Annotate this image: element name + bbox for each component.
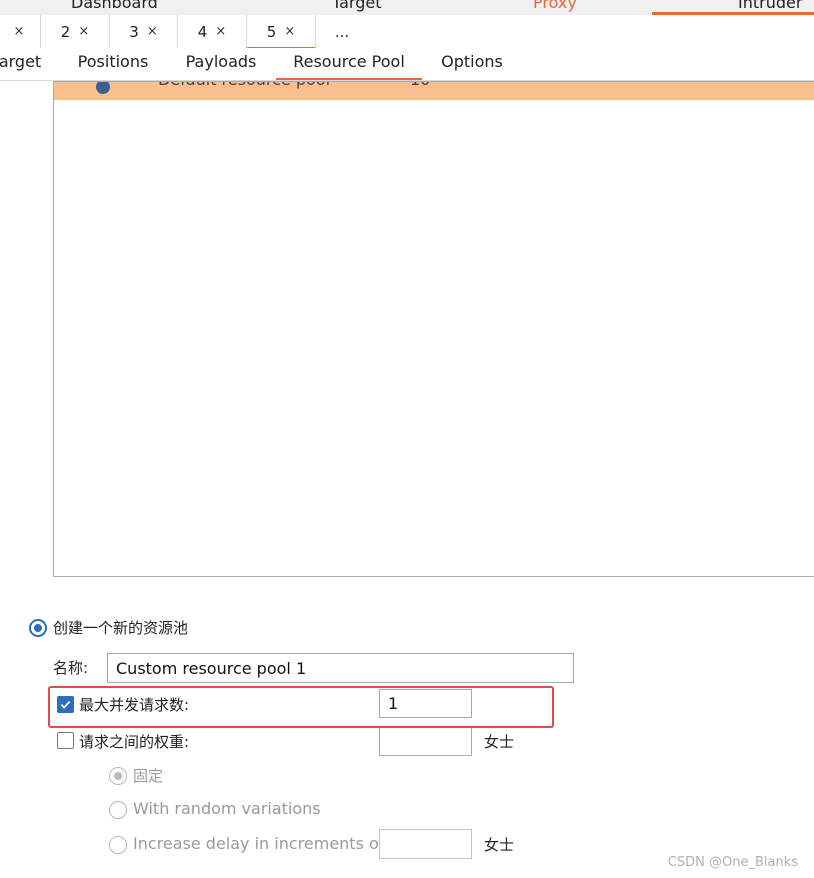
- delay-increment-radio[interactable]: [109, 836, 127, 854]
- delay-increment-unit-label: 女士: [484, 836, 515, 854]
- watermark: CSDN @One_Blanks: [667, 855, 798, 870]
- create-new-pool-label: 创建一个新的资源池: [53, 619, 189, 637]
- delay-increment-label: Increase delay in increments of: [133, 834, 385, 853]
- attack-tab-label: 2: [60, 22, 71, 41]
- create-new-pool-radio[interactable]: [29, 619, 47, 637]
- tab-options[interactable]: Options: [436, 48, 508, 80]
- intruder-attack-tabs: × 2 × 3 × 4 × 5 × ...: [0, 15, 814, 49]
- tab-target[interactable]: Target: [332, 0, 382, 13]
- intruder-sub-tabs: arget Positions Payloads Resource Pool O…: [0, 48, 814, 81]
- delay-unit-label: 女士: [484, 733, 515, 751]
- attack-tab-5[interactable]: 5 ×: [247, 15, 316, 49]
- delay-random-radio[interactable]: [109, 801, 127, 819]
- pool-select-radio[interactable]: [96, 82, 110, 94]
- pool-name-cell: Default resource pool: [158, 82, 330, 89]
- table-row[interactable]: Default resource pool 10: [54, 82, 814, 100]
- radio-selected-dot: [114, 772, 122, 780]
- more-tabs-label: ...: [334, 22, 350, 41]
- delay-checkbox[interactable]: [57, 732, 74, 749]
- delay-increment-input[interactable]: [379, 829, 472, 859]
- close-icon[interactable]: ×: [147, 24, 158, 39]
- tab-payloads[interactable]: Payloads: [180, 48, 262, 80]
- resource-pool-table[interactable]: Default resource pool 10: [53, 81, 814, 577]
- close-icon[interactable]: ×: [78, 24, 89, 39]
- pool-concurrent-cell: 10: [410, 82, 430, 89]
- tab-dashboard[interactable]: Dashboard: [71, 0, 158, 13]
- attack-tab-3[interactable]: 3 ×: [110, 15, 178, 48]
- delay-fixed-radio[interactable]: [109, 767, 127, 785]
- tab-resource-pool[interactable]: Resource Pool: [276, 48, 422, 80]
- close-icon[interactable]: ×: [215, 24, 226, 39]
- delay-label: 请求之间的权重:: [79, 733, 190, 751]
- pool-name-label: 名称:: [53, 659, 89, 677]
- main-tab-strip: Dashboard Target Proxy Intruder: [0, 0, 814, 15]
- tab-proxy[interactable]: Proxy: [533, 0, 577, 13]
- attack-tab-1[interactable]: ×: [0, 15, 41, 48]
- pool-name-input[interactable]: Custom resource pool 1: [107, 653, 574, 683]
- close-icon[interactable]: ×: [284, 24, 295, 39]
- radio-selected-dot: [34, 624, 42, 632]
- attack-tab-2[interactable]: 2 ×: [41, 15, 110, 48]
- attack-tab-4[interactable]: 4 ×: [178, 15, 247, 48]
- delay-fixed-label: 固定: [133, 767, 164, 785]
- attack-tab-label: 4: [197, 22, 208, 41]
- delay-random-label: With random variations: [133, 799, 321, 818]
- attack-tab-label: 5: [266, 22, 277, 41]
- highlight-annotation: [48, 686, 554, 728]
- tab-target[interactable]: arget: [0, 48, 42, 80]
- tab-positions[interactable]: Positions: [72, 48, 154, 80]
- close-icon[interactable]: ×: [14, 24, 25, 39]
- more-tabs-button[interactable]: ...: [316, 15, 368, 48]
- attack-tab-label: 3: [129, 22, 139, 41]
- delay-input[interactable]: [379, 726, 472, 756]
